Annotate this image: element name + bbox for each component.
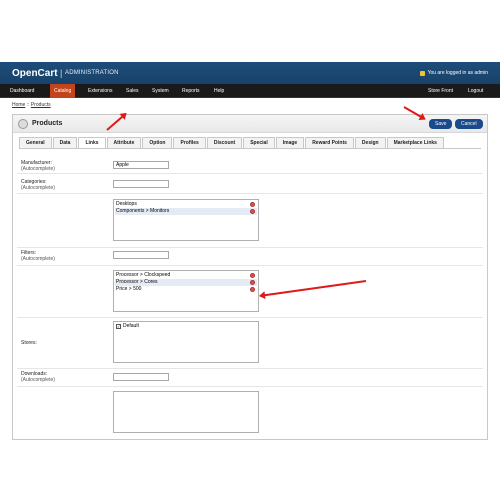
tab-reward-points[interactable]: Reward Points (305, 137, 354, 148)
filter-item-label: Processor > Cores (116, 279, 158, 285)
breadcrumb: Home :: Products (12, 102, 51, 108)
stores-label: Stores: (21, 340, 37, 346)
menu-reports[interactable]: Reports (178, 84, 204, 98)
category-item-label: Components > Monitors (116, 208, 170, 214)
tab-data[interactable]: Data (52, 137, 78, 148)
lock-icon (419, 70, 425, 76)
tab-image[interactable]: Image (275, 137, 305, 148)
downloads-list (113, 391, 259, 433)
remove-circle-icon[interactable] (250, 202, 255, 207)
breadcrumb-products[interactable]: Products (31, 102, 51, 108)
cancel-button[interactable]: Cancel (455, 119, 483, 129)
remove-circle-icon[interactable] (250, 287, 255, 292)
store-item-label: Default (123, 323, 139, 329)
filters-list: Processor > Clockspeed Processor > Cores… (113, 270, 259, 312)
row-separator (17, 386, 483, 387)
row-separator (17, 193, 483, 194)
remove-circle-icon[interactable] (250, 280, 255, 285)
menu-system[interactable]: System (148, 84, 173, 98)
tab-profiles[interactable]: Profiles (173, 137, 206, 148)
menu-help[interactable]: Help (210, 84, 228, 98)
menu-logout[interactable]: Logout (464, 84, 487, 98)
menu-catalog[interactable]: Catalog (50, 84, 76, 98)
panel-header: Products Save Cancel (13, 115, 487, 133)
row-separator (17, 368, 483, 369)
row-separator (17, 247, 483, 248)
list-item: Processor > Clockspeed (115, 272, 257, 279)
tab-special[interactable]: Special (243, 137, 275, 148)
categories-input[interactable] (113, 180, 169, 188)
menu-extensions[interactable]: Extensions (84, 84, 116, 98)
categories-list: Desktops Components > Monitors (113, 199, 259, 241)
products-panel: Products Save Cancel General Data Links … (12, 114, 488, 440)
tab-bar: General Data Links Attribute Option Prof… (19, 137, 445, 148)
filters-input[interactable] (113, 251, 169, 259)
manufacturer-label: Manufacturer: (Autocomplete) (21, 160, 55, 172)
page-title: Products (32, 120, 63, 127)
list-item: Desktops (115, 201, 257, 208)
manufacturer-input[interactable]: Apple (113, 161, 169, 169)
list-item: Processor > Cores (115, 279, 257, 286)
breadcrumb-home[interactable]: Home (12, 102, 25, 108)
manufacturer-help: (Autocomplete) (21, 166, 55, 172)
tab-attribute[interactable]: Attribute (106, 137, 142, 148)
login-status-text: You are logged in as admin (427, 70, 488, 76)
categories-label: Categories: (Autocomplete) (21, 179, 55, 191)
row-separator (17, 317, 483, 318)
login-status: You are logged in as admin (419, 70, 488, 76)
remove-circle-icon[interactable] (250, 273, 255, 278)
filter-item-label: Processor > Clockspeed (116, 272, 171, 278)
tab-links[interactable]: Links (78, 137, 106, 148)
menu-dashboard[interactable]: Dashboard (6, 84, 38, 98)
downloads-input[interactable] (113, 373, 169, 381)
tab-general[interactable]: General (19, 137, 52, 148)
remove-circle-icon[interactable] (250, 209, 255, 214)
gear-icon (18, 119, 28, 129)
filter-item-label: Price > 500 (116, 286, 142, 292)
downloads-label: Downloads: (Autocomplete) (21, 371, 55, 383)
list-item: Components > Monitors (115, 208, 257, 215)
tab-divider (19, 148, 481, 149)
category-item-label: Desktops (116, 201, 137, 207)
checkbox-checked-icon[interactable]: ✓ (116, 324, 121, 329)
list-item: ✓ Default (115, 323, 257, 330)
tab-discount[interactable]: Discount (206, 137, 243, 148)
breadcrumb-separator: :: (26, 102, 30, 108)
row-separator (17, 265, 483, 266)
tab-design[interactable]: Design (354, 137, 386, 148)
top-menu: Dashboard Catalog Extensions Sales Syste… (0, 84, 500, 98)
row-separator (17, 173, 483, 174)
tab-marketplace-links[interactable]: Marketplace Links (386, 137, 444, 148)
filters-label: Filters: (Autocomplete) (21, 250, 55, 262)
menu-sales[interactable]: Sales (122, 84, 143, 98)
save-button[interactable]: Save (429, 119, 453, 129)
brand-logo[interactable]: OpenCart (12, 68, 58, 79)
categories-help: (Autocomplete) (21, 185, 55, 191)
downloads-help: (Autocomplete) (21, 377, 55, 383)
list-item: Price > 500 (115, 286, 257, 293)
filters-help: (Autocomplete) (21, 256, 55, 262)
tab-option[interactable]: Option (142, 137, 173, 148)
page-margin (0, 0, 500, 62)
brand-separator: | (60, 68, 63, 78)
menu-store-front[interactable]: Store Front (424, 84, 457, 98)
stores-list: ✓ Default (113, 321, 259, 363)
brand-subtitle: ADMINISTRATION (65, 70, 119, 76)
